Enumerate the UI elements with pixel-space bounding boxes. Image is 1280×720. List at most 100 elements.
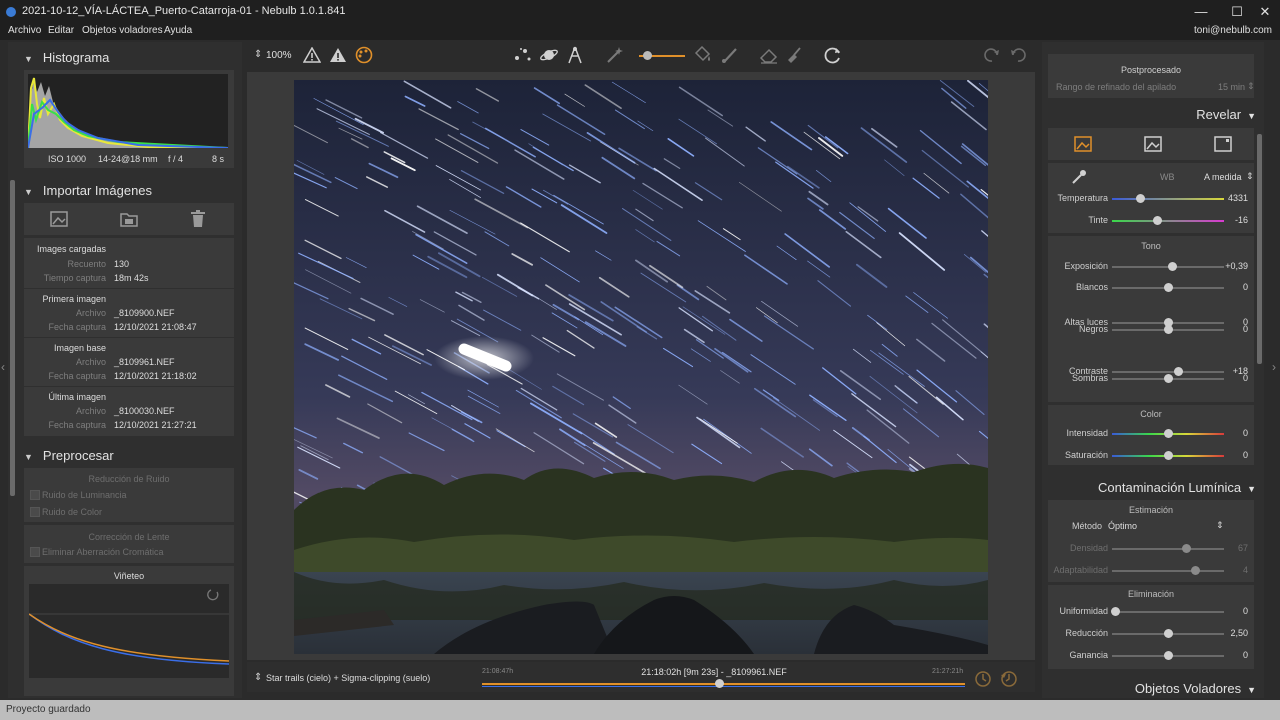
trash-icon[interactable] — [190, 210, 206, 228]
refine-range-label: Rango de refinado del apilado — [1056, 82, 1177, 92]
slider-value-contraste[interactable]: +18 — [1218, 366, 1248, 376]
slider-knob-reduccion[interactable] — [1164, 629, 1173, 638]
slider-knob-adaptabilidad[interactable] — [1190, 566, 1200, 575]
color-noise-checkbox[interactable] — [30, 507, 40, 517]
redo-icon[interactable] — [983, 46, 1001, 64]
luminance-noise-checkbox[interactable] — [30, 490, 40, 500]
last-date-value: 12/10/2021 21:27:21 — [114, 420, 197, 430]
slider-value-saturacion[interactable]: 0 — [1218, 450, 1248, 460]
folder-icon[interactable] — [120, 211, 138, 227]
brush-size-knob[interactable] — [643, 51, 652, 60]
method-value[interactable]: Óptimo — [1108, 521, 1137, 531]
color-title: Color — [1140, 409, 1162, 419]
slider-value-negros[interactable]: 0 — [1218, 324, 1248, 334]
slider-knob-contraste[interactable] — [1174, 367, 1184, 376]
slider-value-uniformidad[interactable]: 0 — [1218, 606, 1248, 616]
slider-knob-ganancia[interactable] — [1164, 651, 1173, 660]
menu-ayuda[interactable]: Ayuda — [164, 25, 192, 36]
user-account[interactable]: toni@nebulb.com — [1194, 25, 1272, 36]
histogram-header[interactable]: ▼ Histograma — [24, 50, 109, 65]
menu-editar[interactable]: Editar — [48, 25, 74, 36]
slider-knob-temperatura[interactable] — [1136, 194, 1145, 203]
add-image-icon[interactable] — [50, 211, 68, 227]
slider-knob-uniformidad[interactable] — [1111, 607, 1121, 616]
stack-mode-label[interactable]: Star trails (cielo) + Sigma-clipping (su… — [266, 673, 430, 683]
eraser-icon[interactable] — [759, 46, 779, 64]
warning-filled-icon[interactable] — [329, 47, 347, 63]
broom-icon[interactable] — [785, 46, 803, 64]
slider-value-reduccion[interactable]: 2,50 — [1218, 628, 1248, 638]
slider-value-intensidad[interactable]: 0 — [1218, 428, 1248, 438]
preprocess-header[interactable]: ▼ Preprocesar — [24, 448, 114, 463]
undo-icon[interactable] — [1009, 46, 1027, 64]
slider-value-blancos[interactable]: 0 — [1218, 282, 1248, 292]
import-header[interactable]: ▼ Importar Imágenes — [24, 183, 152, 198]
wb-value[interactable]: A medida — [1204, 172, 1242, 182]
slider-knob-blancos[interactable] — [1164, 283, 1173, 292]
slider-track-temperatura[interactable] — [1112, 198, 1224, 200]
slider-value-exposicion[interactable]: +0,39 — [1218, 261, 1248, 271]
collapse-right-panel-icon[interactable]: › — [1272, 360, 1276, 374]
flying-objects-header[interactable]: Objetos Voladores ▼ — [1042, 681, 1256, 696]
menu-objetos-voladores[interactable]: Objetos voladores — [82, 25, 163, 36]
tripod-tower-icon[interactable] — [565, 45, 585, 65]
slider-value-temperatura[interactable]: 4331 — [1218, 193, 1248, 203]
image-tab-active-icon[interactable] — [1074, 136, 1092, 152]
brush-icon[interactable] — [721, 46, 739, 64]
image-tab-icon[interactable] — [1144, 136, 1162, 152]
refine-range-value[interactable]: 15 min — [1218, 82, 1245, 92]
wb-stepper-icon[interactable]: ⇕ — [1246, 171, 1254, 182]
stars-icon[interactable] — [513, 46, 533, 64]
refresh-icon[interactable] — [823, 45, 843, 65]
slider-knob-saturacion[interactable] — [1164, 451, 1173, 460]
slider-knob-sombras[interactable] — [1164, 374, 1173, 383]
chromatic-aberration-checkbox[interactable] — [30, 547, 40, 557]
right-panel-scrollbar[interactable] — [1257, 134, 1262, 364]
slider-track-uniformidad[interactable] — [1112, 611, 1224, 613]
close-button[interactable]: ✕ — [1250, 3, 1280, 21]
timeline-knob[interactable] — [714, 679, 724, 688]
slider-knob-tinte[interactable] — [1152, 216, 1162, 225]
slider-label-intensidad: Intensidad — [1066, 428, 1108, 438]
estimation-title: Estimación — [1128, 505, 1173, 515]
planet-icon[interactable] — [539, 46, 559, 64]
slider-knob-intensidad[interactable] — [1164, 429, 1173, 438]
slider-value-ganancia[interactable]: 0 — [1218, 650, 1248, 660]
clock-icon[interactable] — [974, 670, 992, 688]
slider-value-densidad[interactable]: 67 — [1218, 543, 1248, 553]
light-pollution-header[interactable]: Contaminación Lumínica ▼ — [1042, 480, 1256, 495]
star-trails-photo[interactable] — [294, 80, 988, 654]
slider-value-adaptabilidad[interactable]: 4 — [1218, 565, 1248, 575]
collapse-left-panel-icon[interactable]: ‹ — [1, 360, 5, 374]
frame-tab-icon[interactable] — [1214, 136, 1232, 152]
slider-track-adaptabilidad[interactable] — [1112, 570, 1224, 572]
warning-outline-icon[interactable] — [303, 47, 321, 63]
white-balance-panel: WB A medida ⇕ Temperatura 4331 Tinte -16 — [1048, 163, 1254, 233]
eyedropper-icon[interactable] — [1070, 168, 1088, 186]
zoom-level[interactable]: 100% — [266, 50, 292, 61]
last-file-value: _8100030.NEF — [114, 406, 175, 416]
reveal-header[interactable]: Revelar ▼ — [1042, 107, 1256, 122]
slider-knob-densidad[interactable] — [1181, 544, 1191, 553]
clock-history-icon[interactable] — [1000, 670, 1018, 688]
slider-track-densidad[interactable] — [1112, 548, 1224, 550]
slider-knob-exposicion[interactable] — [1168, 262, 1178, 271]
slider-track-contraste[interactable] — [1112, 371, 1224, 373]
zoom-stepper-icon[interactable]: ⇕ — [254, 49, 262, 60]
capture-time-label: Tiempo captura — [43, 273, 106, 283]
light-pollution-title: Contaminación Lumínica — [1098, 480, 1242, 495]
minimize-button[interactable]: — — [1186, 3, 1216, 21]
slider-knob-negros[interactable] — [1164, 325, 1173, 334]
slider-track-tinte[interactable] — [1112, 220, 1224, 222]
refine-range-stepper-icon[interactable]: ⇕ — [1247, 81, 1255, 92]
menu-archivo[interactable]: Archivo — [8, 25, 41, 36]
paint-bucket-icon[interactable] — [693, 46, 713, 64]
palette-icon[interactable] — [355, 46, 373, 64]
slider-value-tinte[interactable]: -16 — [1218, 215, 1248, 225]
left-panel-scrollbar[interactable] — [10, 180, 15, 496]
vignette-curve-graph[interactable] — [29, 584, 229, 678]
method-stepper-icon[interactable]: ⇕ — [1216, 520, 1224, 531]
stack-mode-stepper-icon[interactable]: ⇕ — [254, 672, 262, 683]
maximize-button[interactable]: ☐ — [1222, 3, 1252, 21]
magic-wand-icon[interactable] — [605, 46, 623, 64]
